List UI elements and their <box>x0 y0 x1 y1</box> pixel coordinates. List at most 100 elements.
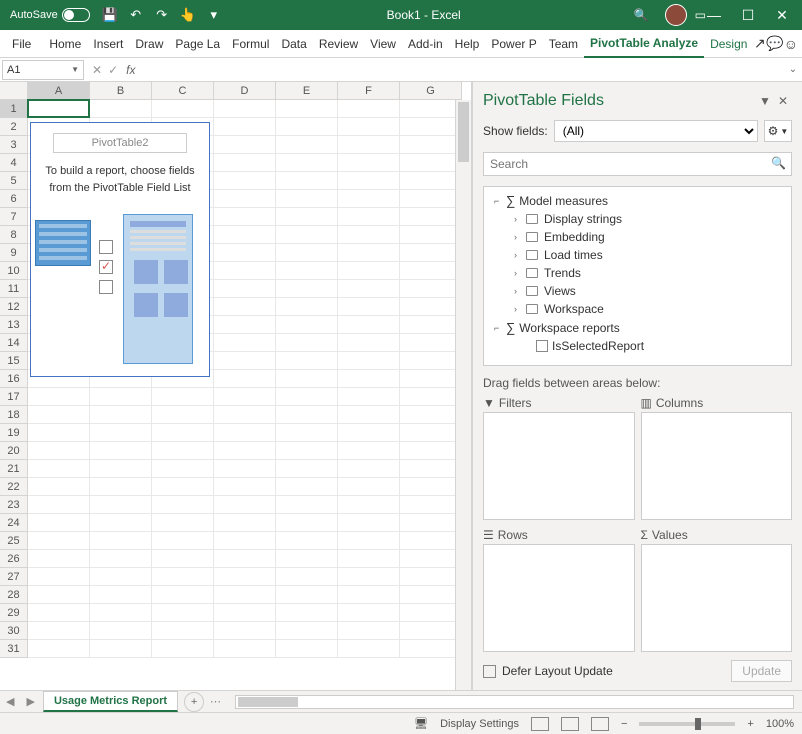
cell[interactable] <box>152 100 214 118</box>
cell[interactable] <box>90 568 152 586</box>
row-header-28[interactable]: 28 <box>0 586 28 604</box>
toggle-off-icon[interactable] <box>62 8 90 22</box>
cell[interactable] <box>338 226 400 244</box>
formula-expand-icon[interactable]: ⌄ <box>784 64 802 75</box>
sheet-tab-active[interactable]: Usage Metrics Report <box>43 691 178 712</box>
cell[interactable] <box>214 172 276 190</box>
add-sheet-button[interactable]: + <box>184 692 204 712</box>
row-header-5[interactable]: 5 <box>0 172 28 190</box>
cell[interactable] <box>152 442 214 460</box>
cell[interactable] <box>28 622 90 640</box>
page-layout-view-button[interactable] <box>561 717 579 731</box>
cell[interactable] <box>276 514 338 532</box>
cell[interactable] <box>276 640 338 658</box>
row-header-29[interactable]: 29 <box>0 604 28 622</box>
cell[interactable] <box>214 118 276 136</box>
cell[interactable] <box>338 496 400 514</box>
cell[interactable] <box>276 388 338 406</box>
row-header-2[interactable]: 2 <box>0 118 28 136</box>
cell[interactable] <box>214 136 276 154</box>
normal-view-button[interactable] <box>531 717 549 731</box>
cell[interactable] <box>152 622 214 640</box>
tab-file[interactable]: File <box>4 31 43 57</box>
cell[interactable] <box>338 352 400 370</box>
cell[interactable] <box>400 262 462 280</box>
panel-settings-button[interactable]: ⚙▼ <box>764 120 792 142</box>
row-header-16[interactable]: 16 <box>0 370 28 388</box>
row-header-21[interactable]: 21 <box>0 460 28 478</box>
cell[interactable] <box>214 316 276 334</box>
cell[interactable] <box>338 298 400 316</box>
cell[interactable] <box>338 568 400 586</box>
tab-data[interactable]: Data <box>275 31 312 57</box>
tree-item[interactable]: ›Embedding <box>514 228 789 246</box>
collapse-icon[interactable]: ⌐ <box>494 323 502 333</box>
cell[interactable] <box>338 244 400 262</box>
formula-input[interactable] <box>141 60 784 80</box>
field-checkbox[interactable] <box>536 340 548 352</box>
expand-icon[interactable]: › <box>514 250 522 260</box>
cell[interactable] <box>152 388 214 406</box>
cell[interactable] <box>90 460 152 478</box>
row-header-6[interactable]: 6 <box>0 190 28 208</box>
cell[interactable] <box>90 532 152 550</box>
rows-area[interactable]: ☰Rows <box>483 526 635 652</box>
cell[interactable] <box>214 622 276 640</box>
row-header-22[interactable]: 22 <box>0 478 28 496</box>
emoji-icon[interactable]: ☺ <box>784 36 798 52</box>
expand-icon[interactable]: › <box>514 232 522 242</box>
row-header-8[interactable]: 8 <box>0 226 28 244</box>
cell[interactable] <box>214 406 276 424</box>
cell[interactable] <box>338 100 400 118</box>
zoom-out-button[interactable]: − <box>621 718 627 730</box>
cell[interactable] <box>276 370 338 388</box>
cell[interactable] <box>276 154 338 172</box>
cell[interactable] <box>214 370 276 388</box>
cell[interactable] <box>338 478 400 496</box>
cell[interactable] <box>152 514 214 532</box>
cell[interactable] <box>214 226 276 244</box>
row-header-26[interactable]: 26 <box>0 550 28 568</box>
tab-formulas[interactable]: Formul <box>226 31 275 57</box>
cell[interactable] <box>28 406 90 424</box>
cell[interactable] <box>276 550 338 568</box>
cell[interactable] <box>338 550 400 568</box>
fields-search-input[interactable] <box>483 152 792 176</box>
cell[interactable] <box>400 388 462 406</box>
cell[interactable] <box>400 244 462 262</box>
maximize-button[interactable]: ☐ <box>740 7 756 23</box>
sheet-menu-icon[interactable]: ⋯ <box>204 695 227 708</box>
row-header-18[interactable]: 18 <box>0 406 28 424</box>
cell[interactable] <box>400 478 462 496</box>
cell[interactable] <box>276 226 338 244</box>
cell[interactable] <box>152 586 214 604</box>
cell[interactable] <box>276 316 338 334</box>
column-header-A[interactable]: A <box>28 82 90 100</box>
cell[interactable] <box>276 622 338 640</box>
cell[interactable] <box>214 586 276 604</box>
cell[interactable] <box>28 640 90 658</box>
chevron-down-icon[interactable]: ▼ <box>71 65 79 74</box>
cell[interactable] <box>338 622 400 640</box>
row-header-14[interactable]: 14 <box>0 334 28 352</box>
zoom-in-button[interactable]: + <box>747 718 753 730</box>
cell[interactable] <box>152 604 214 622</box>
cell[interactable] <box>276 244 338 262</box>
tab-page-layout[interactable]: Page La <box>169 31 226 57</box>
column-header-C[interactable]: C <box>152 82 214 100</box>
row-header-10[interactable]: 10 <box>0 262 28 280</box>
cell[interactable] <box>28 514 90 532</box>
cell[interactable] <box>338 442 400 460</box>
cell[interactable] <box>276 496 338 514</box>
tab-power-pivot[interactable]: Power P <box>485 31 542 57</box>
avatar[interactable] <box>665 4 687 26</box>
cell[interactable] <box>152 460 214 478</box>
row-header-17[interactable]: 17 <box>0 388 28 406</box>
cell[interactable] <box>90 604 152 622</box>
cell[interactable] <box>400 532 462 550</box>
values-area[interactable]: ΣValues <box>641 526 793 652</box>
cell[interactable] <box>28 460 90 478</box>
page-break-view-button[interactable] <box>591 717 609 731</box>
cell[interactable] <box>276 190 338 208</box>
sheet-nav-prev-icon[interactable]: ◀ <box>0 695 20 708</box>
